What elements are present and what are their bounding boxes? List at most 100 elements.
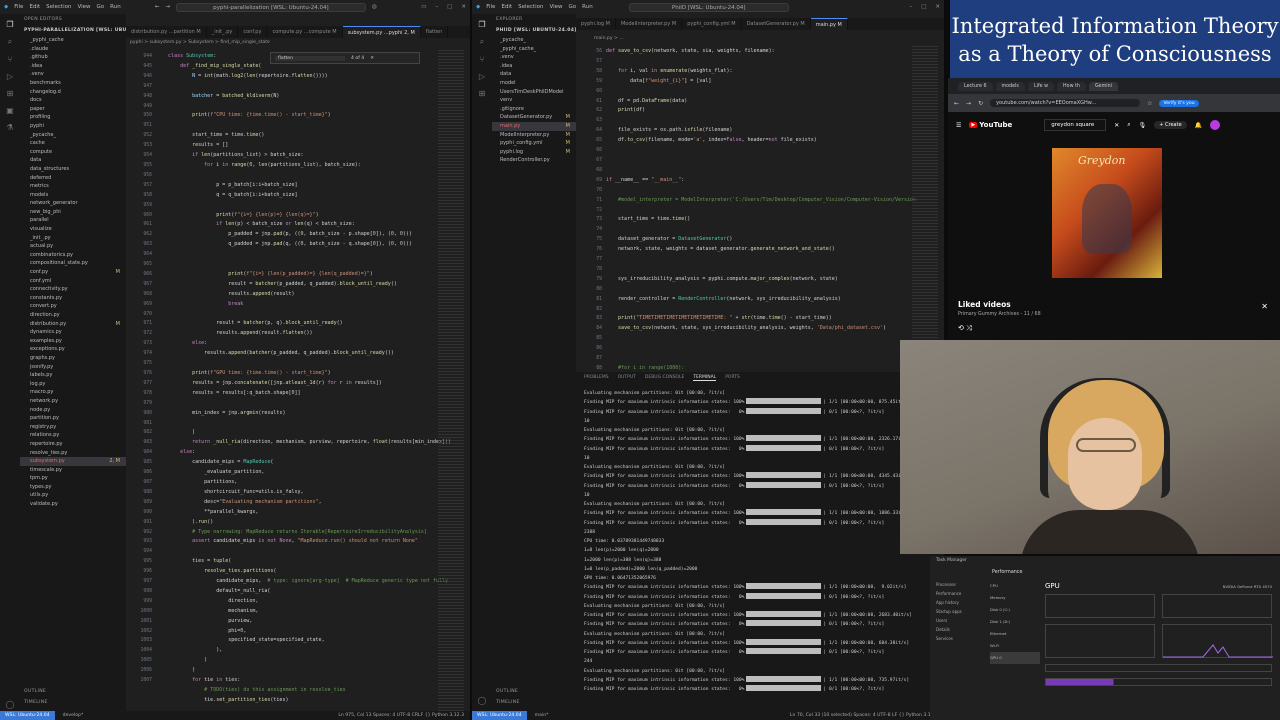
menu-item[interactable]: Edit — [501, 4, 512, 10]
browser-tab[interactable]: Gemini — [1088, 81, 1118, 91]
playlist-close-icon[interactable]: ✕ — [1261, 302, 1268, 311]
terminal-output[interactable]: Evaluating mechanism partitions: 0it [00… — [576, 389, 944, 694]
file-tree-item[interactable]: combinatorics.py — [20, 251, 126, 260]
file-tree-item[interactable]: node.py — [20, 406, 126, 415]
file-tree-item[interactable]: dynamics.py — [20, 328, 126, 337]
file-tree-item[interactable]: _pyphi_cache — [20, 36, 126, 45]
extensions-icon[interactable]: ⊞ — [7, 89, 14, 98]
nav-back-icon[interactable]: ← — [155, 4, 160, 10]
source-control-icon[interactable]: ⑂ — [8, 55, 13, 64]
editor-tab[interactable]: _init_.py — [207, 26, 239, 38]
file-tree-item[interactable]: .idea — [20, 62, 126, 71]
file-tree-item[interactable]: .gitignore — [492, 105, 576, 114]
file-tree-item[interactable]: _init_.py — [20, 234, 126, 243]
file-tree-item[interactable]: partition.py — [20, 414, 126, 423]
file-tree-item[interactable]: .idea — [492, 62, 576, 71]
perf-card[interactable]: Disk 0 (C:) — [990, 604, 1040, 616]
panel-tab[interactable]: PROBLEMS — [584, 375, 609, 380]
clear-search-icon[interactable]: ✕ — [1114, 122, 1119, 129]
menu-item[interactable]: Edit — [29, 4, 40, 10]
file-tree-item[interactable]: parallel — [20, 216, 126, 225]
file-tree-item[interactable]: data — [492, 70, 576, 79]
menu-item[interactable]: Selection — [46, 4, 71, 10]
video-thumbnail[interactable]: Greydon — [1052, 148, 1162, 278]
menu-item[interactable]: View — [77, 4, 90, 10]
minimize-icon[interactable]: – — [435, 4, 438, 10]
panel-tab[interactable]: TERMINAL — [693, 375, 717, 381]
file-tree-item[interactable]: conf.py M — [20, 268, 126, 277]
menu-item[interactable]: Selection — [518, 4, 543, 10]
taskmgr-nav-item[interactable]: Startup apps — [936, 607, 986, 616]
perf-card[interactable]: Memory — [990, 592, 1040, 604]
timeline-section[interactable]: TIMELINE — [492, 697, 524, 708]
youtube-logo[interactable]: ▶ YouTube — [969, 121, 1012, 129]
menu-item[interactable]: Go — [97, 4, 105, 10]
file-tree-item[interactable]: conf.yml — [20, 277, 126, 286]
search-icon[interactable]: ⌕ — [1127, 121, 1130, 129]
taskmgr-nav-item[interactable]: Services — [936, 634, 986, 643]
taskmgr-nav-item[interactable]: Performance — [936, 589, 986, 598]
perf-card[interactable]: Ethernet — [990, 628, 1040, 640]
file-tree-item[interactable]: venv — [492, 96, 576, 105]
file-tree-item[interactable]: connectivity.py — [20, 285, 126, 294]
menu-item[interactable]: Run — [582, 4, 593, 10]
menu-item[interactable]: Go — [569, 4, 577, 10]
file-tree-item[interactable]: _pycache_ — [492, 36, 576, 45]
file-tree-item[interactable]: _pyphi_cache_ — [492, 45, 576, 54]
editor-position[interactable]: Ln 70, Col 33 (10 selected) Spaces: 4 UT… — [790, 713, 944, 718]
command-center[interactable]: PhiID [WSL: Ubuntu-24.04] — [628, 2, 789, 12]
taskmgr-nav-item[interactable]: Details — [936, 625, 986, 634]
outline-section[interactable]: OUTLINE — [492, 686, 522, 697]
perf-card[interactable]: Wi-Fi — [990, 640, 1040, 652]
editor-tab[interactable]: flatten — [421, 26, 449, 38]
avatar[interactable] — [1210, 120, 1221, 130]
editor-tab[interactable]: pyphi_config.yml M — [682, 18, 742, 30]
address-bar[interactable]: youtube.com/watch?v=EEOomaXGHw... — [990, 99, 1141, 107]
file-tree-item[interactable]: new_big_phi — [20, 208, 126, 217]
file-tree-item[interactable]: ModelInterpreter.py M — [492, 131, 576, 140]
browser-tab[interactable]: models — [995, 81, 1025, 91]
editor-tab[interactable]: compute.py ...compute M — [267, 26, 343, 38]
file-tree-item[interactable]: macro.py — [20, 388, 126, 397]
notifications-icon[interactable]: 🔔 — [1195, 122, 1202, 129]
file-tree-item[interactable]: pyphi.log M — [492, 148, 576, 157]
editor-tab[interactable]: conf.py — [238, 26, 268, 38]
file-tree-item[interactable]: validate.py — [20, 500, 126, 509]
file-tree-item[interactable]: changelog.d — [20, 88, 126, 97]
code-editor[interactable]: 56 57 58 59 60 61 62 63 64 65 66 67 68 69 70 71 72 73 74 75… — [576, 44, 944, 370]
copilot-icon[interactable]: ◎ — [372, 4, 377, 10]
file-tree-item[interactable]: graphs.py — [20, 354, 126, 363]
editor-position[interactable]: Ln 975, Col 13 Spaces: 4 UTF-8 CRLF {} P… — [338, 713, 470, 718]
playlist-title[interactable]: Liked videos — [958, 300, 1270, 309]
file-tree-item[interactable]: pyphi — [20, 122, 126, 131]
menu-item[interactable]: View — [549, 4, 562, 10]
branch-indicator[interactable]: main* — [535, 713, 549, 718]
file-tree-item[interactable]: types.py — [20, 483, 126, 492]
file-tree-item[interactable]: data — [20, 156, 126, 165]
file-tree-item[interactable]: compositional_state.py — [20, 259, 126, 268]
file-tree-item[interactable]: actual.py — [20, 242, 126, 251]
file-tree-item[interactable]: .venv — [492, 53, 576, 62]
file-tree-item[interactable]: network_generator — [20, 199, 126, 208]
file-tree-item[interactable]: labels.py — [20, 371, 126, 380]
file-tree-item[interactable]: visualize — [20, 225, 126, 234]
account-icon[interactable]: ◯ — [6, 700, 15, 709]
menu-item[interactable]: File — [486, 4, 495, 10]
file-tree-item[interactable]: subsystem.py 2, M — [20, 457, 126, 466]
explorer-icon[interactable]: ❐ — [6, 20, 13, 29]
file-tree-item[interactable]: jsonify.py — [20, 363, 126, 372]
taskmgr-nav-item[interactable]: Processes — [936, 580, 986, 589]
file-tree-item[interactable]: cache — [20, 139, 126, 148]
mic-icon[interactable]: 🎙 — [1139, 122, 1147, 129]
file-tree-item[interactable]: utils.py — [20, 491, 126, 500]
editor-tab[interactable]: pyphi.log M — [576, 18, 616, 30]
taskmgr-nav-item[interactable]: Users — [936, 616, 986, 625]
source-control-icon[interactable]: ⑂ — [480, 55, 485, 64]
minimap[interactable] — [438, 48, 464, 711]
taskmgr-nav-item[interactable]: App history — [936, 598, 986, 607]
branch-indicator[interactable]: develop* — [63, 713, 84, 718]
run-debug-icon[interactable]: ▷ — [479, 72, 485, 81]
reload-icon[interactable]: ↻ — [978, 100, 983, 107]
forward-icon[interactable]: → — [966, 100, 971, 107]
file-tree-item[interactable]: _pycache_ — [20, 131, 126, 140]
